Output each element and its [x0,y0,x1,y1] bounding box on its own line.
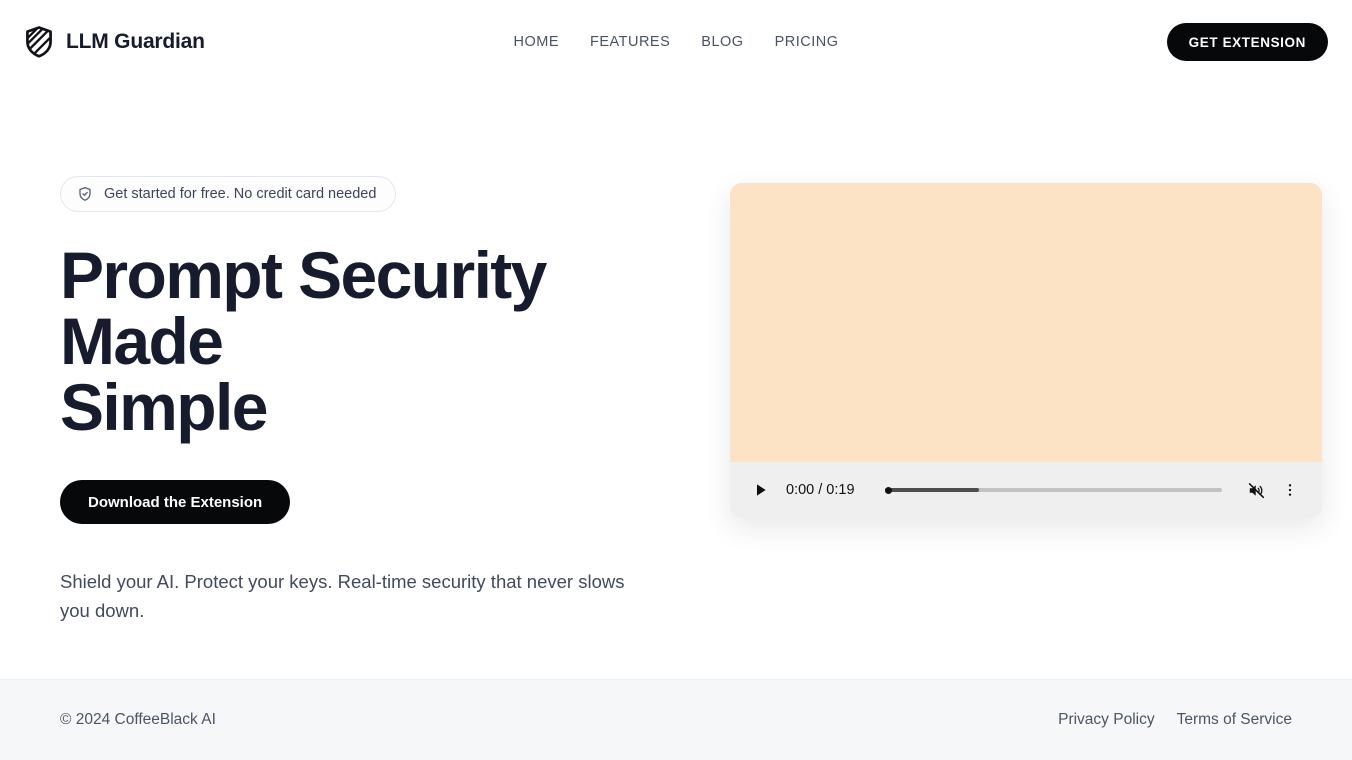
footer-link-terms-of-service[interactable]: Terms of Service [1177,711,1292,729]
free-trial-badge-text: Get started for free. No credit card nee… [104,186,377,202]
brand-name: LLM Guardian [66,30,205,53]
footer-link-privacy-policy[interactable]: Privacy Policy [1058,711,1154,729]
progress-knob[interactable] [884,486,892,494]
free-trial-badge[interactable]: Get started for free. No credit card nee… [60,176,397,212]
nav-link-features[interactable]: FEATURES [590,34,670,50]
volume-muted-icon[interactable] [1244,478,1268,502]
header-cta-wrap: GET EXTENSION [1166,23,1328,61]
download-extension-button[interactable]: Download the Extension [60,480,291,524]
site-footer: © 2024 CoffeeBlack AI Privacy Policy Ter… [0,679,1352,760]
video-progress-slider[interactable] [884,483,1222,497]
brand-logo[interactable]: LLM Guardian [24,26,205,58]
kebab-menu-icon[interactable] [1280,478,1300,502]
nav-link-home[interactable]: HOME [514,34,560,50]
page-title-line-3: Simple [60,370,268,444]
page-title-line-1: Prompt Security [60,238,547,312]
shield-striped-icon [24,26,54,58]
main-nav: HOME FEATURES BLOG PRICING [514,34,839,50]
site-header: LLM Guardian HOME FEATURES BLOG PRICING … [0,0,1352,84]
page-title: Prompt Security Made Simple [60,242,650,440]
video-viewport[interactable] [730,183,1322,462]
get-extension-button[interactable]: GET EXTENSION [1166,23,1328,61]
video-controls-bar: 0:00 / 0:19 [730,462,1322,518]
progress-buffered [884,488,980,492]
nav-link-pricing[interactable]: PRICING [775,34,839,50]
hero-media: 0:00 / 0:19 [730,176,1322,518]
play-icon[interactable] [750,479,772,501]
copyright-text: © 2024 CoffeeBlack AI [60,711,216,728]
nav-link-blog[interactable]: BLOG [701,34,743,50]
hero-section: Get started for free. No credit card nee… [0,84,1352,679]
shield-check-icon [77,186,93,202]
video-time-display: 0:00 / 0:19 [786,482,855,498]
footer-links: Privacy Policy Terms of Service [1058,711,1292,729]
hero-copy: Get started for free. No credit card nee… [60,176,650,625]
hero-subtitle: Shield your AI. Protect your keys. Real-… [60,571,625,621]
page-title-line-2: Made [60,304,224,378]
video-player[interactable]: 0:00 / 0:19 [730,183,1322,518]
